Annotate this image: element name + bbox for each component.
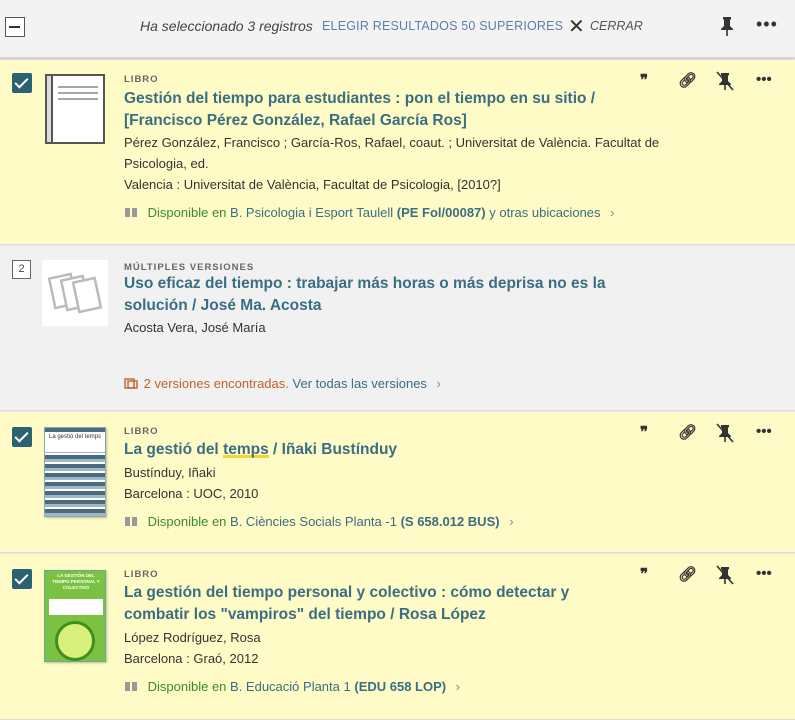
call-number: (PE Fol/00087) [396, 205, 486, 220]
close-icon[interactable]: ✕ [568, 17, 585, 37]
call-number: (EDU 658 LOP) [354, 679, 447, 694]
record-title[interactable]: Gestión del tiempo para estudiantes : po… [124, 88, 664, 132]
unpin-icon[interactable] [716, 423, 734, 443]
record-authors: Acosta Vera, José María [124, 320, 266, 335]
record-authors: Pérez González, Francisco ; García-Ros, … [124, 132, 704, 174]
book-thumbnail-icon [45, 74, 105, 144]
search-term-highlight[interactable]: temps [223, 441, 269, 458]
deselect-all-checkbox[interactable] [5, 17, 25, 37]
unpin-icon[interactable] [716, 71, 734, 91]
record-title-line[interactable]: Uso eficaz del tiempo : trabajar más hor… [124, 273, 664, 295]
versions-found-text: 2 versiones encontradas. [143, 376, 289, 391]
record-type: MÚLTIPLES VERSIONES [124, 262, 255, 273]
record-authors: López Rodríguez, Rosa [124, 630, 261, 645]
record-publisher: Barcelona : Graó, 2012 [124, 651, 259, 666]
more-icon[interactable]: ••• [756, 71, 772, 88]
availability-link[interactable]: Disponible en B. Ciències Socials Planta… [124, 513, 514, 531]
record-title[interactable]: La gestión del tiempo personal y colecti… [124, 582, 664, 626]
record-title-line[interactable]: La gestión del tiempo personal y colecti… [124, 582, 664, 604]
record-title-line[interactable]: solución / José Ma. Acosta [124, 295, 664, 317]
record-checkbox[interactable] [12, 427, 32, 447]
versions-icon [124, 378, 138, 389]
more-icon[interactable]: ••• [756, 423, 772, 440]
record-title-part[interactable]: / Iñaki Bustínduy [269, 441, 397, 458]
record-authors: Bustínduy, Iñaki [124, 465, 216, 480]
record-actions: ❞ 🔗︎ ••• [640, 565, 780, 587]
open-book-icon [125, 682, 137, 691]
version-count-badge: 2 [12, 260, 31, 279]
open-book-icon [125, 517, 137, 526]
cover-title: LA GESTIÓN DEL TIEMPO PERSONAL Y COLECTI… [52, 573, 100, 590]
multiple-versions-icon [42, 260, 108, 326]
availability-status: Disponible en [147, 679, 227, 694]
unpin-icon[interactable] [716, 565, 734, 585]
record-actions: ❞ 🔗︎ ••• [640, 71, 780, 93]
cover-subtitle-band [49, 599, 103, 615]
availability-link[interactable]: Disponible en B. Psicologia i Esport Tau… [124, 204, 614, 222]
more-icon[interactable]: ••• [756, 565, 772, 582]
result-item[interactable]: LIBRO Gestión del tiempo para estudiante… [0, 60, 795, 245]
chevron-right-icon: › [610, 205, 615, 220]
result-item[interactable]: 2 MÚLTIPLES VERSIONES Uso eficaz del tie… [0, 246, 795, 411]
availability-library: B. Psicologia i Esport Taulell [230, 205, 394, 220]
call-number: (S 658.012 BUS) [400, 514, 500, 529]
open-book-icon [125, 208, 137, 217]
chevron-right-icon: › [436, 376, 441, 391]
availability-library: B. Educació Planta 1 [230, 679, 351, 694]
quote-icon[interactable]: ❞ [640, 423, 648, 441]
authors-line: Psicologia, ed. [124, 156, 209, 171]
record-type: LIBRO [124, 426, 159, 437]
result-item[interactable]: La gestió del temps LIBRO La gestió del … [0, 412, 795, 553]
selection-toolbar: Ha seleccionado 3 registros ELEGIR RESUL… [0, 0, 795, 58]
view-all-versions-link[interactable]: Ver todas las versiones [293, 376, 427, 391]
pin-icon[interactable] [717, 15, 737, 37]
record-actions: ❞ 🔗︎ ••• [640, 423, 780, 445]
authors-line: Pérez González, Francisco ; García-Ros, … [124, 135, 660, 150]
record-title-line[interactable]: Gestión del tiempo para estudiantes : po… [124, 88, 664, 110]
book-cover: La gestió del temps [44, 427, 106, 517]
versions-link[interactable]: 2 versiones encontradas. Ver todas las v… [124, 375, 441, 393]
record-publisher: Valencia : Universitat de València, Facu… [124, 177, 501, 192]
availability-library: B. Ciències Socials Planta -1 [230, 514, 397, 529]
clock-image [55, 621, 95, 661]
record-checkbox[interactable] [12, 569, 32, 589]
record-type: LIBRO [124, 74, 159, 85]
more-options-icon[interactable]: ••• [756, 14, 778, 35]
record-publisher: Barcelona : UOC, 2010 [124, 486, 259, 501]
record-title[interactable]: La gestió del temps / Iñaki Bustínduy [124, 439, 664, 461]
link-icon[interactable]: 🔗︎ [678, 71, 697, 89]
record-title[interactable]: Uso eficaz del tiempo : trabajar más hor… [124, 273, 664, 317]
selected-count-text: Ha seleccionado 3 registros [140, 18, 313, 34]
result-item[interactable]: LA GESTIÓN DEL TIEMPO PERSONAL Y COLECTI… [0, 554, 795, 720]
availability-status: Disponible en [147, 205, 227, 220]
close-button[interactable]: CERRAR [590, 19, 643, 33]
record-title-part[interactable]: La gestió del [124, 441, 223, 458]
availability-link[interactable]: Disponible en B. Educació Planta 1 (EDU … [124, 678, 460, 696]
chevron-right-icon: › [509, 514, 514, 529]
cover-title: La gestió del temps [45, 432, 105, 452]
chevron-right-icon: › [455, 679, 461, 694]
link-icon[interactable]: 🔗︎ [678, 423, 697, 441]
quote-icon[interactable]: ❞ [640, 71, 648, 89]
record-title-line[interactable]: combatir los "vampiros" del tiempo / Ros… [124, 604, 664, 626]
record-checkbox[interactable] [12, 73, 32, 93]
book-cover: LA GESTIÓN DEL TIEMPO PERSONAL Y COLECTI… [44, 570, 106, 662]
availability-status: Disponible en [147, 514, 227, 529]
record-title-line[interactable]: [Francisco Pérez González, Rafael García… [124, 110, 664, 132]
select-top-50-link[interactable]: ELEGIR RESULTADOS 50 SUPERIORES [322, 19, 563, 33]
other-locations: y otras ubicaciones [489, 205, 601, 220]
link-icon[interactable]: 🔗︎ [678, 565, 697, 583]
record-type: LIBRO [124, 569, 159, 580]
quote-icon[interactable]: ❞ [640, 565, 648, 583]
